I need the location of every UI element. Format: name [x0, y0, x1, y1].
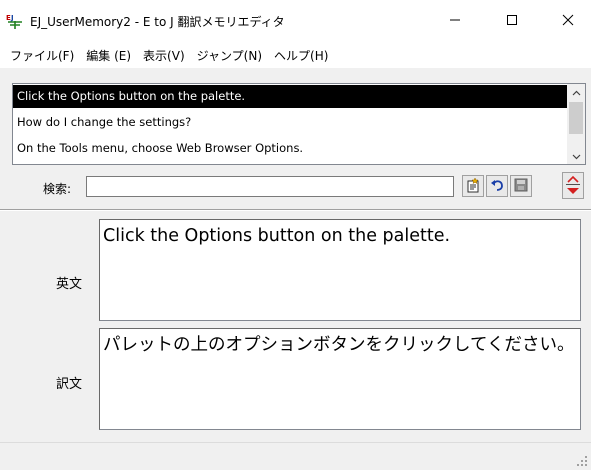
chevron-up-icon: [572, 85, 581, 99]
close-icon: [562, 14, 574, 29]
menu-edit[interactable]: 編集 (E): [80, 47, 137, 64]
translation-text-field[interactable]: パレットの上のオプションボタンをクリックしてください。: [99, 328, 581, 430]
prev-next-icon: [563, 175, 583, 201]
list-scrollbar[interactable]: [567, 84, 585, 164]
close-button[interactable]: [545, 0, 591, 42]
scroll-thumb[interactable]: [569, 102, 583, 134]
maximize-button[interactable]: [489, 0, 535, 42]
resize-grip-icon[interactable]: [576, 455, 588, 467]
prev-next-button[interactable]: [562, 172, 584, 199]
app-logo-icon: E J: [6, 13, 24, 29]
search-label: 検索:: [43, 182, 72, 196]
list-item[interactable]: Click the Options button on the palette.: [13, 85, 567, 108]
translation-text[interactable]: パレットの上のオプションボタンをクリックしてください。: [100, 329, 580, 362]
memory-list[interactable]: Click the Options button on the palette.…: [12, 83, 586, 165]
memory-list-panel: Click the Options button on the palette.…: [0, 68, 591, 209]
undo-icon: [489, 177, 505, 196]
title-bar: E J EJ_UserMemory2 - E to J 翻訳メモリエディタ: [0, 0, 591, 42]
menu-file[interactable]: ファイル(F): [4, 47, 80, 64]
list-item[interactable]: On the Tools menu, choose Web Browser Op…: [13, 137, 567, 160]
search-input[interactable]: [86, 176, 454, 197]
english-text[interactable]: Click the Options button on the palette.: [100, 220, 580, 253]
save-icon: [513, 177, 529, 196]
translation-label: 訳文: [56, 377, 83, 392]
save-button[interactable]: [510, 175, 532, 197]
status-bar: [0, 442, 591, 470]
scroll-up-button[interactable]: [567, 84, 585, 100]
editor-panel: 英文 Click the Options button on the palet…: [0, 211, 591, 442]
chevron-down-icon: [572, 149, 581, 163]
menu-view[interactable]: 表示(V): [137, 47, 191, 64]
add-entry-button[interactable]: [462, 175, 484, 197]
scroll-down-button[interactable]: [567, 148, 585, 164]
svg-text:J: J: [10, 14, 14, 22]
list-item[interactable]: How do I change the settings?: [13, 111, 567, 134]
add-entry-icon: [465, 176, 481, 196]
english-text-field[interactable]: Click the Options button on the palette.: [99, 219, 581, 321]
menu-bar: ファイル(F) 編集 (E) 表示(V) ジャンプ(N) ヘルプ(H): [0, 42, 591, 68]
english-label: 英文: [56, 277, 83, 292]
window-title: EJ_UserMemory2 - E to J 翻訳メモリエディタ: [30, 15, 285, 29]
menu-jump[interactable]: ジャンプ(N): [191, 47, 268, 64]
minimize-button[interactable]: [432, 0, 478, 42]
undo-button[interactable]: [486, 175, 508, 197]
maximize-icon: [506, 14, 518, 29]
menu-help[interactable]: ヘルプ(H): [268, 47, 334, 64]
minimize-icon: [449, 14, 461, 29]
